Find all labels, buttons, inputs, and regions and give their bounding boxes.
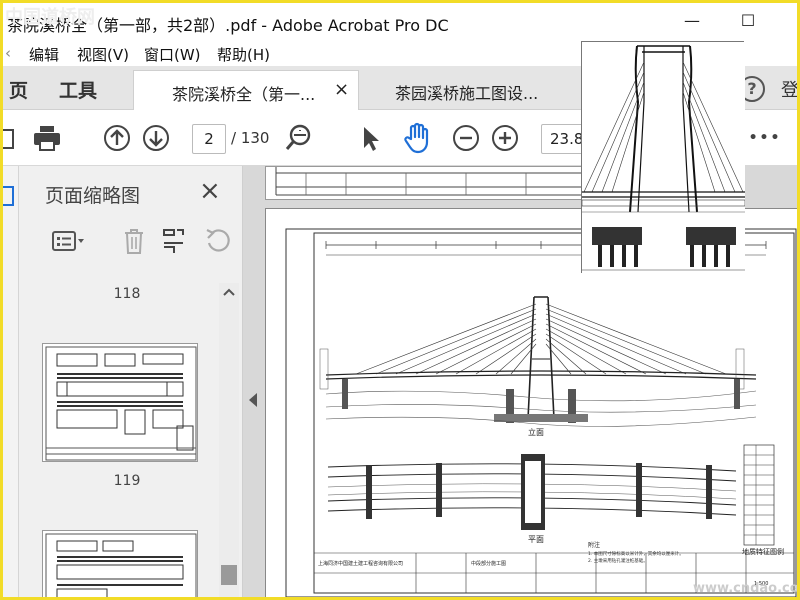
- print-icon[interactable]: [31, 122, 63, 154]
- save-icon[interactable]: [3, 122, 29, 154]
- close-icon[interactable]: ×: [334, 79, 349, 100]
- note-line: 2. 主墩采用钻孔灌注桩基础。: [588, 557, 648, 564]
- more-tools-button[interactable]: •••: [745, 122, 785, 154]
- title-bar: 茶院溪桥全（第一部，共2部）.pdf - Adobe Acrobat Pro D…: [3, 3, 797, 41]
- menu-help[interactable]: 帮助(H): [217, 44, 270, 65]
- hand-tool-icon[interactable]: [401, 122, 433, 154]
- menu-view[interactable]: 视图(V): [77, 44, 129, 65]
- thumbnail-panel: 页面缩略图 × 118 119: [19, 166, 243, 597]
- watermark: 中国道桥网: [5, 7, 95, 28]
- tab-home[interactable]: 页: [9, 76, 28, 103]
- menu-window[interactable]: 窗口(W): [144, 44, 201, 65]
- rotate-page-icon[interactable]: [203, 226, 233, 256]
- legend-title: 地质特征图例: [742, 547, 784, 556]
- sign-in-button[interactable]: 登: [781, 76, 797, 102]
- page-thumbnail[interactable]: [42, 530, 198, 597]
- company-name: 上海同济中国建土建工程咨询有限公司: [318, 560, 403, 567]
- tab-tools[interactable]: 工具: [59, 76, 97, 103]
- thumbnail-label: 119: [113, 473, 141, 489]
- menu-partial-item[interactable]: ‹: [5, 44, 11, 62]
- page-number-input[interactable]: 2: [192, 124, 226, 154]
- plan-label: 平面: [528, 535, 544, 544]
- close-icon[interactable]: ×: [199, 178, 221, 204]
- navigation-strip: [3, 166, 19, 597]
- page-up-icon[interactable]: [101, 122, 133, 154]
- zoom-out-icon[interactable]: [450, 122, 482, 154]
- elevation-label: 立面: [528, 427, 544, 437]
- note-title: 附注: [588, 541, 600, 549]
- page-thumbnail[interactable]: [42, 343, 198, 462]
- select-cursor-icon[interactable]: [354, 122, 386, 154]
- page-total-label: / 130: [231, 129, 270, 147]
- thumbnail-label: 118: [113, 286, 141, 302]
- tab-document-2[interactable]: 茶园溪桥施工图设...: [363, 70, 589, 110]
- collapse-panel-arrow-icon[interactable]: [249, 393, 257, 407]
- zoom-in-icon[interactable]: [489, 122, 521, 154]
- extract-page-icon[interactable]: [159, 226, 189, 256]
- magnifier-view[interactable]: [581, 41, 745, 274]
- maximize-button[interactable]: ☐: [734, 9, 762, 33]
- options-menu-icon[interactable]: [49, 226, 89, 256]
- page-thumbnails-icon[interactable]: [3, 184, 17, 210]
- tab-document-1[interactable]: 茶院溪桥全（第一... ×: [133, 70, 359, 110]
- watermark: www.cndao.com: [693, 581, 799, 596]
- zoom-marquee-icon[interactable]: [283, 122, 315, 154]
- note-line: 1. 本图尺寸除标高以米计外，其余均以厘米计。: [588, 550, 684, 557]
- menu-edit[interactable]: 编辑: [29, 44, 59, 65]
- screenshot-frame: 茶院溪桥全（第一部，共2部）.pdf - Adobe Acrobat Pro D…: [0, 0, 800, 600]
- pdf-page-previous: [265, 166, 595, 200]
- thumbnail-scrollbar[interactable]: [219, 283, 239, 597]
- tab-document-1-label: 茶院溪桥全（第一...: [172, 85, 316, 104]
- page-down-icon[interactable]: [140, 122, 172, 154]
- tab-document-2-label: 茶园溪桥施工图设...: [395, 84, 539, 103]
- delete-page-icon[interactable]: [119, 226, 149, 256]
- minimize-button[interactable]: —: [678, 9, 706, 33]
- panel-title: 页面缩略图: [45, 185, 141, 207]
- drawing-title: 中段部分施工图: [471, 560, 506, 567]
